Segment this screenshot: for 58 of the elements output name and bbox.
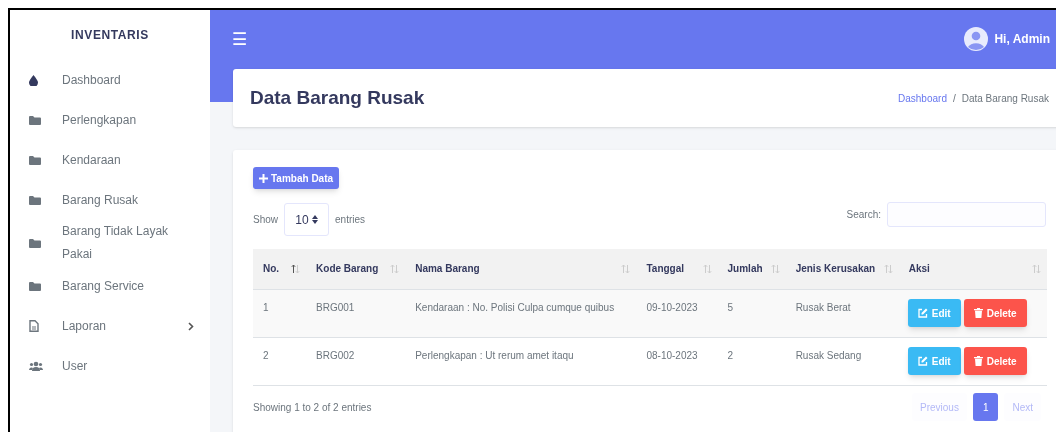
sidebar-item[interactable]: Barang Tidak Layak Pakai bbox=[10, 220, 210, 266]
delete-button[interactable]: Delete bbox=[963, 299, 1027, 327]
user-menu[interactable]: Hi, Admin bbox=[964, 27, 1056, 51]
sidebar-item[interactable]: Perlengkapan bbox=[10, 100, 210, 140]
droplet-icon bbox=[29, 74, 38, 86]
sidebar-item[interactable]: Laporan bbox=[10, 306, 210, 346]
breadcrumb-current: Data Barang Rusak bbox=[961, 91, 1049, 106]
folder-icon bbox=[29, 238, 41, 248]
document-icon bbox=[29, 320, 39, 332]
column-header[interactable]: Jenis Kerusakan bbox=[785, 249, 899, 289]
search-field[interactable] bbox=[887, 202, 1046, 227]
page-title: Data Barang Rusak bbox=[250, 85, 425, 110]
table-cell: Rusak Sedang bbox=[785, 337, 899, 385]
table-cell: 09-10-2023 bbox=[636, 289, 718, 337]
users-icon bbox=[29, 361, 43, 371]
sidebar-item[interactable]: Dashboard bbox=[10, 60, 210, 100]
table-cell: 08-10-2023 bbox=[636, 337, 718, 385]
edit-icon bbox=[917, 356, 928, 367]
sidebar-item[interactable]: Barang Service bbox=[10, 266, 210, 306]
breadcrumb-separator: / bbox=[952, 91, 956, 106]
breadcrumb-link[interactable]: Dashboard bbox=[898, 90, 947, 106]
updown-icon bbox=[311, 215, 318, 224]
sidebar-item[interactable]: Kendaraan bbox=[10, 140, 210, 180]
column-header[interactable]: Aksi bbox=[898, 249, 1047, 289]
brand-title: INVENTARIS bbox=[70, 27, 150, 44]
sidebar-item[interactable]: Barang Rusak bbox=[10, 180, 210, 220]
column-header[interactable]: No. bbox=[253, 249, 307, 289]
show-label: Show bbox=[253, 213, 278, 227]
table-cell: 2 bbox=[253, 337, 307, 385]
folder-icon bbox=[29, 115, 41, 125]
trash-icon bbox=[973, 308, 983, 318]
plus-icon bbox=[259, 173, 268, 183]
page-size-select[interactable]: 10 bbox=[284, 203, 329, 236]
search-label: Search: bbox=[846, 208, 881, 222]
folder-icon bbox=[29, 281, 41, 291]
add-button[interactable]: Tambah Data bbox=[253, 167, 340, 189]
page-button[interactable]: 1 bbox=[972, 393, 999, 421]
table-cell: Kendaraan : No. Polisi Culpa cumque quibus bbox=[405, 289, 637, 337]
edit-icon bbox=[917, 308, 928, 318]
column-header[interactable]: Nama Barang bbox=[405, 249, 637, 289]
table-cell: 5 bbox=[717, 289, 786, 337]
table-cell: 2 bbox=[717, 337, 786, 385]
avatar-icon bbox=[964, 27, 989, 51]
folder-icon bbox=[29, 195, 41, 205]
column-header[interactable]: Jumlah bbox=[717, 249, 786, 289]
folder-icon bbox=[29, 155, 41, 165]
table-cell: Perlengkapan : Ut rerum amet itaqu bbox=[405, 337, 637, 385]
table-cell: 1 bbox=[253, 289, 307, 337]
table-cell: BRG001 bbox=[306, 289, 406, 337]
sidebar-item[interactable]: User bbox=[10, 346, 210, 386]
table-cell: BRG002 bbox=[306, 337, 406, 385]
delete-button[interactable]: Delete bbox=[963, 347, 1027, 376]
table-info: Showing 1 to 2 of 2 entries bbox=[253, 400, 372, 415]
trash-icon bbox=[973, 356, 983, 367]
table-cell: Rusak Berat bbox=[785, 289, 899, 337]
entries-label: entries bbox=[335, 213, 366, 227]
column-header[interactable]: Tanggal bbox=[636, 249, 718, 289]
column-header[interactable]: Kode Barang bbox=[306, 249, 406, 289]
